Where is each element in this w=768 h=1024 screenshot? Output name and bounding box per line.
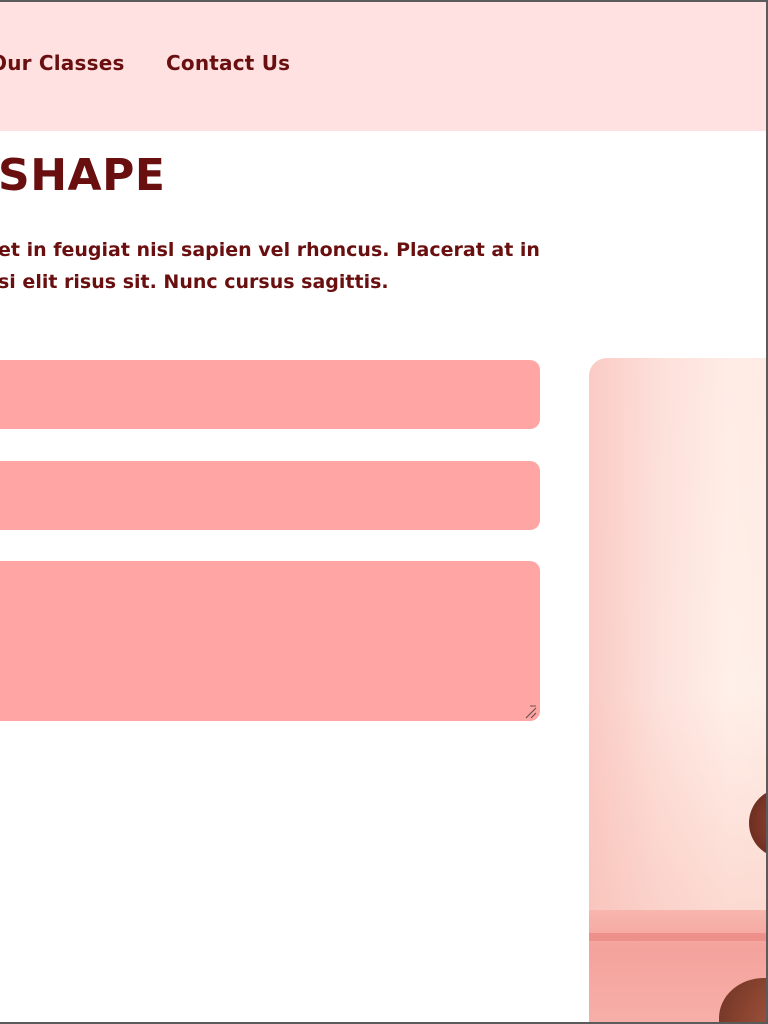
hero-title: SHAPE (0, 150, 166, 201)
hero-description: et in feugiat nisl sapien vel rhoncus. P… (0, 234, 558, 298)
hero-description-line-1: et in feugiat nisl sapien vel rhoncus. P… (0, 239, 540, 261)
photo-wall (589, 358, 768, 918)
nav-link-our-classes[interactable]: Our Classes (0, 51, 125, 75)
name-field[interactable] (0, 360, 540, 429)
nav-link-contact-us[interactable]: Contact Us (166, 51, 290, 75)
email-field[interactable] (0, 461, 540, 530)
hero-description-line-2: si elit risus sit. Nunc cursus sagittis. (0, 271, 389, 293)
hero-photo (589, 358, 768, 1024)
message-field[interactable] (0, 561, 540, 721)
site-header: Our Classes Contact Us (0, 0, 768, 131)
page: Our Classes Contact Us SHAPE et in feugi… (0, 0, 768, 1024)
photo-ledge (589, 933, 768, 941)
